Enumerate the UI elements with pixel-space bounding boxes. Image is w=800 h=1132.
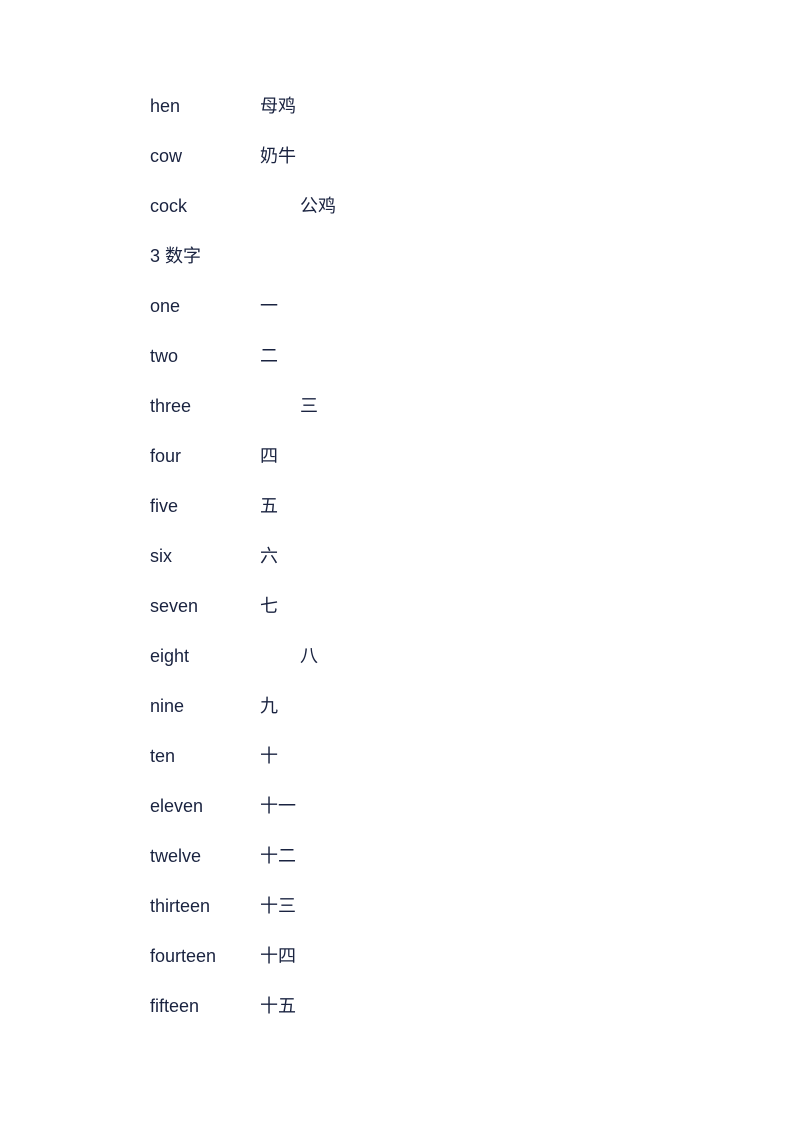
- number-row: two二: [150, 330, 800, 380]
- english-word: nine: [150, 696, 260, 717]
- main-content: hen母鸡cow奶牛cock公鸡 3 数字 one一two二three三four…: [0, 0, 800, 1110]
- chinese-word: 奶牛: [260, 142, 296, 168]
- vocab-row: hen母鸡: [150, 80, 800, 130]
- chinese-word: 公鸡: [300, 192, 336, 218]
- vocab-row: cock 公鸡: [150, 180, 800, 230]
- number-row: five五: [150, 480, 800, 530]
- english-word: eight: [150, 646, 260, 667]
- section-header: 3 数字: [150, 230, 800, 280]
- number-row: seven七: [150, 580, 800, 630]
- english-word: four: [150, 446, 260, 467]
- chinese-word: 母鸡: [260, 92, 296, 118]
- chinese-word: 八: [300, 642, 318, 668]
- number-row: twelve十二: [150, 830, 800, 880]
- chinese-word: 十: [260, 742, 278, 768]
- number-row: one一: [150, 280, 800, 330]
- english-word: one: [150, 296, 260, 317]
- english-word: seven: [150, 596, 260, 617]
- chinese-word: 十二: [260, 842, 296, 868]
- number-row: thirteen十三: [150, 880, 800, 930]
- chinese-word: 十一: [260, 792, 296, 818]
- english-word: three: [150, 396, 260, 417]
- number-row: three 三: [150, 380, 800, 430]
- english-word: ten: [150, 746, 260, 767]
- chinese-word: 一: [260, 292, 278, 318]
- number-row: fifteen十五: [150, 980, 800, 1030]
- chinese-word: 九: [260, 692, 278, 718]
- number-row: ten十: [150, 730, 800, 780]
- chinese-word: 三: [300, 392, 318, 418]
- english-word: hen: [150, 96, 260, 117]
- chinese-word: 十五: [260, 992, 296, 1018]
- chinese-word: 四: [260, 442, 278, 468]
- english-word: cow: [150, 146, 260, 167]
- english-word: six: [150, 546, 260, 567]
- english-word: two: [150, 346, 260, 367]
- english-word: fourteen: [150, 946, 260, 967]
- chinese-word: 五: [260, 492, 278, 518]
- number-row: nine九: [150, 680, 800, 730]
- chinese-word: 二: [260, 342, 278, 368]
- english-word: thirteen: [150, 896, 260, 917]
- number-row: fourteen十四: [150, 930, 800, 980]
- vocab-row: cow奶牛: [150, 130, 800, 180]
- english-word: fifteen: [150, 996, 260, 1017]
- number-row: four四: [150, 430, 800, 480]
- chinese-word: 十四: [260, 942, 296, 968]
- numbers-list: one一two二three三four四five五six六seven七eight八…: [150, 280, 800, 1030]
- chinese-word: 十三: [260, 892, 296, 918]
- number-row: eight 八: [150, 630, 800, 680]
- number-row: eleven十一: [150, 780, 800, 830]
- vocab-list: hen母鸡cow奶牛cock公鸡: [150, 80, 800, 230]
- chinese-word: 六: [260, 542, 278, 568]
- english-word: cock: [150, 196, 260, 217]
- english-word: twelve: [150, 846, 260, 867]
- english-word: five: [150, 496, 260, 517]
- chinese-word: 七: [260, 592, 278, 618]
- number-row: six六: [150, 530, 800, 580]
- english-word: eleven: [150, 796, 260, 817]
